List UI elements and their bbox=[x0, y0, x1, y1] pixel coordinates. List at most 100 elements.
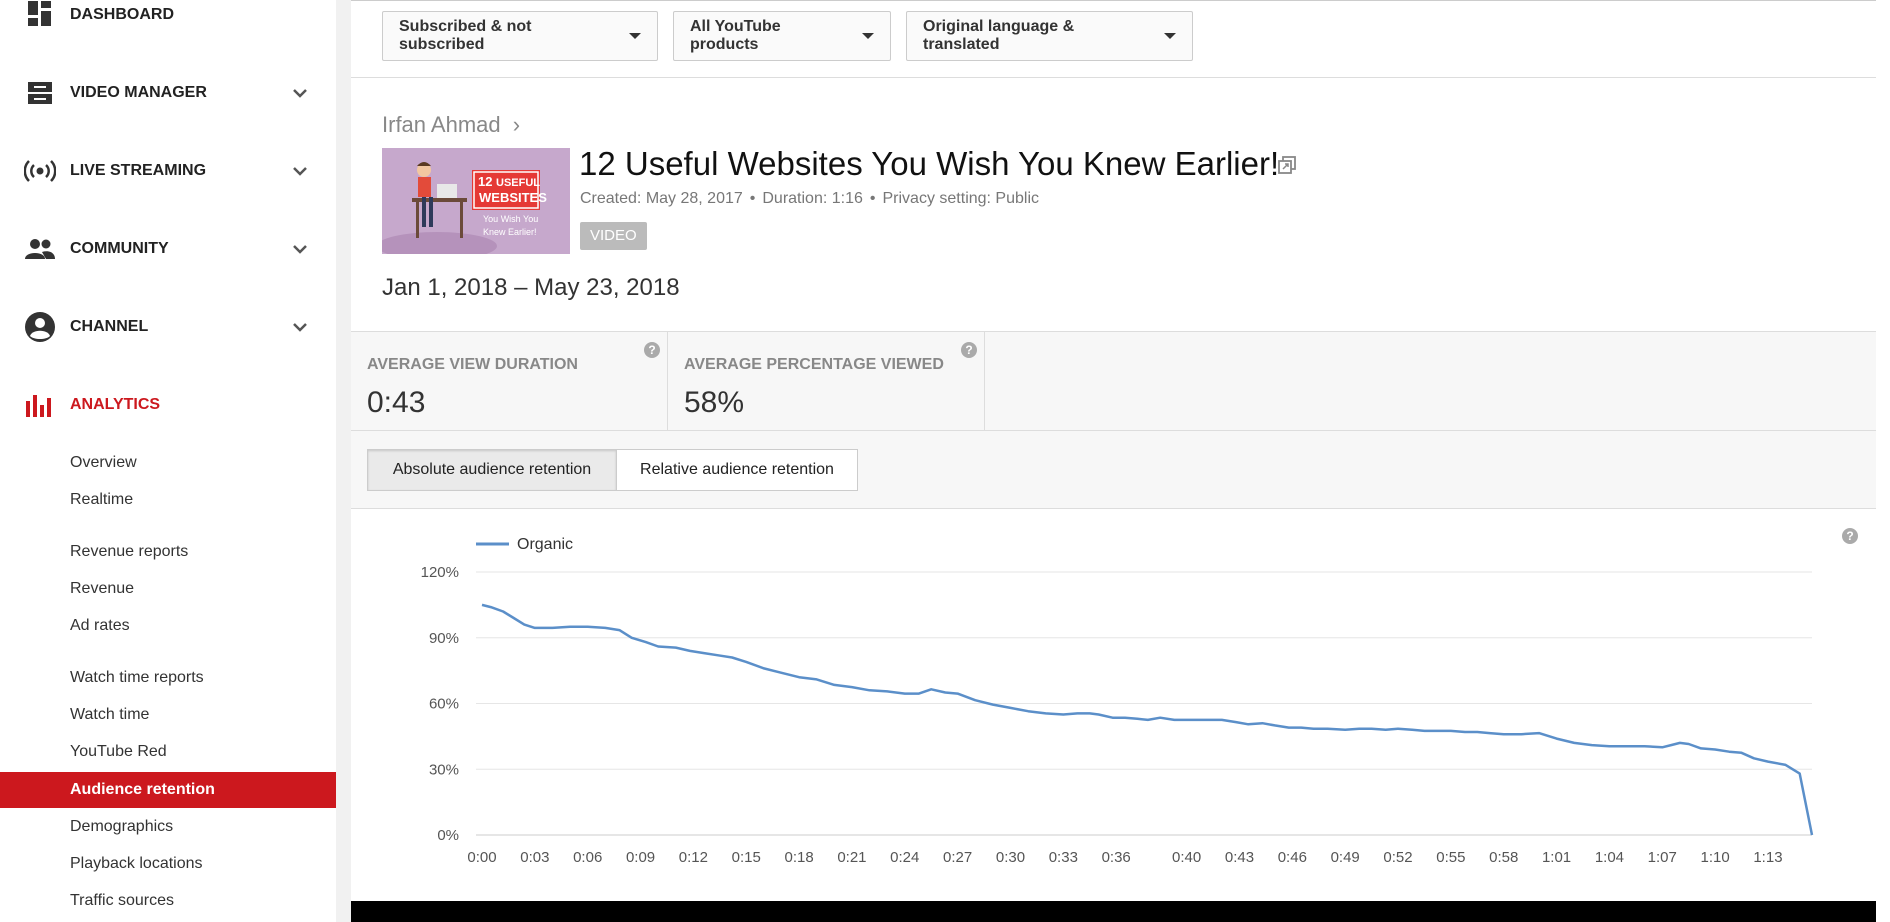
sidebar-subitem-label: Watch time reports bbox=[70, 669, 204, 686]
sidebar-subitem-revenue-reports[interactable]: Revenue reports bbox=[0, 534, 336, 570]
sidebar-item-dashboard[interactable]: DASHBOARD bbox=[0, 0, 336, 35]
tab-absolute-audience-retention[interactable]: Absolute audience retention bbox=[367, 449, 617, 491]
y-tick-label: 0% bbox=[437, 827, 459, 844]
sidebar-subitem-realtime[interactable]: Realtime bbox=[0, 482, 336, 518]
sidebar-item-video-manager[interactable]: VIDEO MANAGER bbox=[0, 73, 336, 113]
language-filter-dropdown[interactable]: Original language & translated bbox=[906, 11, 1193, 61]
x-tick-label: 0:33 bbox=[1049, 849, 1078, 866]
x-tick-label: 1:01 bbox=[1542, 849, 1571, 866]
sidebar-subitem-label: Revenue bbox=[70, 580, 135, 597]
y-tick-label: 60% bbox=[429, 696, 459, 713]
community-icon bbox=[24, 233, 56, 265]
retention-tabs: Absolute audience retention Relative aud… bbox=[351, 431, 1876, 509]
meta-separator: • bbox=[749, 190, 756, 207]
sidebar-subitem-revenue[interactable]: Revenue bbox=[0, 571, 336, 607]
x-tick-label: 0:15 bbox=[732, 849, 761, 866]
thumbnail-text: WEBSITES bbox=[479, 190, 547, 205]
product-filter-dropdown[interactable]: All YouTube products bbox=[673, 11, 891, 61]
sidebar: DASHBOARD VIDEO MANAGER LIVE STREAMING C… bbox=[0, 0, 336, 922]
chevron-down-icon[interactable] bbox=[290, 161, 310, 181]
sidebar-subitem-label: Realtime bbox=[70, 491, 134, 508]
x-tick-label: 0:18 bbox=[784, 849, 813, 866]
help-icon[interactable]: ? bbox=[961, 342, 977, 358]
y-tick-label: 120% bbox=[421, 564, 459, 581]
series-line-organic[interactable] bbox=[481, 603, 1814, 836]
metric-value: 58% bbox=[684, 386, 745, 419]
right-gutter bbox=[1876, 0, 1890, 922]
date-range: Jan 1, 2018 – May 23, 2018 bbox=[382, 274, 680, 301]
sidebar-subitem-ad-rates[interactable]: Ad rates bbox=[0, 608, 336, 644]
caret-down-icon bbox=[629, 33, 641, 39]
x-tick-label: 0:03 bbox=[520, 849, 549, 866]
sidebar-subitem-youtube-red[interactable]: YouTube Red bbox=[0, 734, 336, 770]
tab-relative-audience-retention[interactable]: Relative audience retention bbox=[616, 449, 858, 491]
x-tick-label: 1:07 bbox=[1648, 849, 1677, 866]
sidebar-subitem-label: Demographics bbox=[70, 818, 174, 835]
subscription-filter-dropdown[interactable]: Subscribed & not subscribed bbox=[382, 11, 658, 61]
video-manager-icon bbox=[24, 77, 56, 109]
breadcrumb-separator: › bbox=[512, 112, 521, 137]
sidebar-subitem-playback-locations[interactable]: Playback locations bbox=[0, 846, 336, 882]
video-player-bar bbox=[351, 901, 1876, 922]
retention-chart[interactable]: Organic 0% 30% 60% 90% 120% 0:00 0:03 0:06 0:09… bbox=[351, 509, 1876, 901]
x-tick-label: 0:21 bbox=[837, 849, 866, 866]
open-external-icon[interactable] bbox=[1277, 155, 1297, 175]
sidebar-subitem-demographics[interactable]: Demographics bbox=[0, 809, 336, 845]
caret-down-icon bbox=[1164, 33, 1176, 39]
x-tick-label: 0:40 bbox=[1172, 849, 1201, 866]
y-tick-label: 90% bbox=[429, 630, 459, 647]
sidebar-item-label: COMMUNITY bbox=[70, 240, 169, 257]
x-tick-label: 0:09 bbox=[626, 849, 655, 866]
retention-chart-panel: ? Organic 0% 30% 60% 90% 120% 0:00 0:03 0:06 0:… bbox=[351, 509, 1876, 901]
help-icon[interactable]: ? bbox=[644, 342, 660, 358]
x-tick-label: 0:55 bbox=[1436, 849, 1465, 866]
x-tick-label: 0:30 bbox=[996, 849, 1025, 866]
sidebar-item-channel[interactable]: CHANNEL bbox=[0, 307, 336, 347]
analytics-icon bbox=[24, 389, 56, 421]
metrics-bar: AVERAGE VIEW DURATION 0:43 ? AVERAGE PER… bbox=[351, 332, 1876, 431]
sidebar-subitem-label: Ad rates bbox=[70, 617, 130, 634]
x-tick-label: 0:24 bbox=[890, 849, 919, 866]
video-thumbnail[interactable]: 12 USEFUL WEBSITES You Wish You Knew Ear… bbox=[382, 148, 570, 254]
sidebar-subitem-watch-time-reports[interactable]: Watch time reports bbox=[0, 660, 336, 696]
y-tick-label: 30% bbox=[429, 761, 459, 778]
x-tick-label: 0:36 bbox=[1102, 849, 1131, 866]
sidebar-item-analytics[interactable]: ANALYTICS bbox=[0, 385, 336, 425]
sidebar-item-label: ANALYTICS bbox=[70, 396, 161, 413]
chevron-down-icon[interactable] bbox=[290, 239, 310, 259]
sidebar-item-label: DASHBOARD bbox=[70, 6, 174, 23]
metric-average-percentage-viewed: AVERAGE PERCENTAGE VIEWED 58% ? bbox=[668, 332, 985, 430]
sidebar-subitem-watch-time[interactable]: Watch time bbox=[0, 697, 336, 733]
video-created: Created: May 28, 2017 bbox=[580, 190, 743, 207]
sidebar-subitem-overview[interactable]: Overview bbox=[0, 445, 336, 481]
x-tick-label: 0:49 bbox=[1331, 849, 1360, 866]
breadcrumb-channel-link[interactable]: Irfan Ahmad bbox=[382, 112, 501, 137]
sidebar-item-label: VIDEO MANAGER bbox=[70, 84, 207, 101]
caret-down-icon bbox=[862, 33, 874, 39]
x-tick-label: 0:00 bbox=[467, 849, 496, 866]
x-tick-label: 1:13 bbox=[1753, 849, 1782, 866]
metric-label: AVERAGE PERCENTAGE VIEWED bbox=[684, 356, 944, 373]
x-tick-label: 1:04 bbox=[1595, 849, 1624, 866]
help-icon[interactable]: ? bbox=[1842, 528, 1858, 544]
metric-label: AVERAGE VIEW DURATION bbox=[367, 356, 578, 373]
video-duration: Duration: 1:16 bbox=[762, 190, 863, 207]
x-tick-label: 0:46 bbox=[1278, 849, 1307, 866]
sidebar-item-community[interactable]: COMMUNITY bbox=[0, 229, 336, 269]
x-tick-label: 0:27 bbox=[943, 849, 972, 866]
metric-value: 0:43 bbox=[367, 386, 426, 419]
metric-average-view-duration: AVERAGE VIEW DURATION 0:43 ? bbox=[351, 332, 668, 430]
thumbnail-text: USEFUL bbox=[496, 177, 540, 189]
sidebar-subitem-traffic-sources[interactable]: Traffic sources bbox=[0, 883, 336, 919]
sidebar-subitem-audience-retention[interactable]: Audience retention bbox=[0, 772, 336, 808]
chevron-down-icon[interactable] bbox=[290, 83, 310, 103]
sidebar-item-live-streaming[interactable]: LIVE STREAMING bbox=[0, 151, 336, 191]
sidebar-item-label: CHANNEL bbox=[70, 318, 149, 335]
thumbnail-text: 12 bbox=[478, 174, 492, 189]
x-tick-label: 0:43 bbox=[1225, 849, 1254, 866]
filter-bar: Subscribed & not subscribed All YouTube … bbox=[351, 0, 1876, 78]
chevron-down-icon[interactable] bbox=[290, 317, 310, 337]
dropdown-label: All YouTube products bbox=[690, 18, 781, 53]
chart-legend[interactable]: Organic bbox=[476, 536, 573, 553]
sidebar-subitem-label: YouTube Red bbox=[70, 743, 167, 760]
